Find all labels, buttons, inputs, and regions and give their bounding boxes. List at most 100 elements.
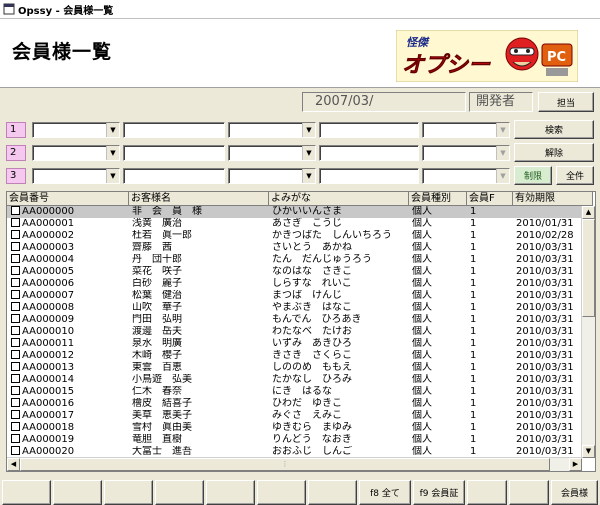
table-row[interactable]: AA000003 齋藤 茜 さいとう あかね 個人 1 2010/03/31 xyxy=(7,242,587,254)
function-key-f6[interactable] xyxy=(257,480,306,505)
table-row[interactable]: AA000015 仁木 春奈 にき はるな 個人 1 2010/03/31 xyxy=(7,386,587,398)
table-row[interactable]: AA000011 泉水 明廣 いずみ あきひろ 個人 1 2010/03/31 xyxy=(7,338,587,350)
table-row[interactable]: AA000010 渡邊 岳夫 わたなべ たけお 個人 1 2010/03/31 xyxy=(7,326,587,338)
scroll-left-icon[interactable]: ◀ xyxy=(7,458,20,471)
table-row[interactable]: AA000014 小鳥遊 弘美 たかなし ひろみ 個人 1 2010/03/31 xyxy=(7,374,587,386)
row-checkbox[interactable] xyxy=(11,374,20,383)
function-key-f1[interactable] xyxy=(2,480,51,505)
member-table[interactable]: 会員番号 お客様名 よみがな 会員種別 会員F 有効期限 AA000000 非 会… xyxy=(6,191,596,472)
column-header-flag[interactable]: 会員F xyxy=(467,192,513,206)
row-checkbox[interactable] xyxy=(11,242,20,251)
chevron-down-icon[interactable]: ▼ xyxy=(106,146,119,160)
chevron-down-icon[interactable]: ▼ xyxy=(106,123,119,137)
row-checkbox[interactable] xyxy=(11,422,20,431)
table-row[interactable]: AA000006 白砂 麗子 しらすな れいこ 個人 1 2010/03/31 xyxy=(7,278,587,290)
vertical-scrollbar[interactable]: ▲ ▼ xyxy=(581,206,595,458)
row-checkbox[interactable] xyxy=(11,206,20,215)
table-row[interactable]: AA000005 菜花 咲子 なのはな さきこ 個人 1 2010/03/31 xyxy=(7,266,587,278)
table-row[interactable]: AA000001 浅黄 廣治 あさぎ こうじ 個人 1 2010/01/31 xyxy=(7,218,587,230)
filter-2-operator-select[interactable]: ▼ xyxy=(228,145,316,161)
row-checkbox[interactable] xyxy=(11,302,20,311)
filter-1-field-select[interactable]: ▼ xyxy=(32,122,120,138)
filter-2-value2-input[interactable] xyxy=(319,145,419,161)
table-row[interactable]: AA000004 丹 団十郎 たん だんじゅうろう 個人 1 2010/03/31 xyxy=(7,254,587,266)
function-key-f2[interactable] xyxy=(53,480,102,505)
charge-button[interactable]: 担当 xyxy=(538,92,594,112)
row-checkbox[interactable] xyxy=(11,278,20,287)
filter-3-operator-select[interactable]: ▼ xyxy=(228,168,316,184)
row-checkbox[interactable] xyxy=(11,398,20,407)
member-card-button[interactable]: f9 会員証 xyxy=(413,480,465,505)
filter-3-join-select[interactable]: ▼ xyxy=(422,168,510,184)
row-checkbox[interactable] xyxy=(11,410,20,419)
row-checkbox[interactable] xyxy=(11,338,20,347)
row-checkbox[interactable] xyxy=(11,230,20,239)
clear-button[interactable]: 解除 xyxy=(514,143,594,162)
expiry-cell: 2010/03/31 xyxy=(516,302,574,313)
function-key-f10[interactable] xyxy=(467,480,507,505)
table-row[interactable]: AA000017 美草 恵美子 みぐさ えみこ 個人 1 2010/03/31 xyxy=(7,410,587,422)
table-row[interactable]: AA000000 非 会 員 様 ひかいいんさま 個人 1 xyxy=(7,206,587,218)
chevron-down-icon[interactable]: ▼ xyxy=(302,169,315,183)
filter-1-operator-select[interactable]: ▼ xyxy=(228,122,316,138)
filter-3-value2-input[interactable] xyxy=(319,168,419,184)
row-checkbox[interactable] xyxy=(11,290,20,299)
filter-2-join-select[interactable]: ▼ xyxy=(422,145,510,161)
column-header-name[interactable]: お客様名 xyxy=(129,192,269,206)
scroll-right-icon[interactable]: ▶ xyxy=(569,458,582,471)
table-row[interactable]: AA000002 杜若 眞一郎 かきつばた しんいちろう 個人 1 2010/02/28 xyxy=(7,230,587,242)
row-checkbox[interactable] xyxy=(11,254,20,263)
row-checkbox[interactable] xyxy=(11,434,20,443)
table-row[interactable]: AA000008 山吹 華子 やまぶき はなこ 個人 1 2010/03/31 xyxy=(7,302,587,314)
members-button[interactable]: 会員様 xyxy=(551,480,598,505)
flag-cell: 1 xyxy=(470,302,477,313)
function-key-f4[interactable] xyxy=(155,480,204,505)
horizontal-scroll-thumb[interactable]: ⋮ xyxy=(20,458,550,471)
filter-2-field-select[interactable]: ▼ xyxy=(32,145,120,161)
row-checkbox[interactable] xyxy=(11,218,20,227)
column-header-type[interactable]: 会員種別 xyxy=(409,192,467,206)
chevron-down-icon[interactable]: ▼ xyxy=(496,146,509,160)
horizontal-scrollbar[interactable]: ◀ ⋮ ▶ xyxy=(7,457,582,471)
limit-button[interactable]: 制限 xyxy=(514,166,552,185)
filter-3-field-select[interactable]: ▼ xyxy=(32,168,120,184)
row-checkbox[interactable] xyxy=(11,350,20,359)
column-header-member-no[interactable]: 会員番号 xyxy=(7,192,129,206)
chevron-down-icon[interactable]: ▼ xyxy=(302,146,315,160)
table-row[interactable]: AA000009 門田 弘明 もんでん ひろあき 個人 1 2010/03/31 xyxy=(7,314,587,326)
column-header-expiry[interactable]: 有効期限 xyxy=(513,192,593,206)
table-row[interactable]: AA000019 竜胆 直樹 りんどう なおき 個人 1 2010/03/31 xyxy=(7,434,587,446)
search-button[interactable]: 検索 xyxy=(514,120,594,139)
table-row[interactable]: AA000007 松葉 健治 まつば けんじ 個人 1 2010/03/31 xyxy=(7,290,587,302)
row-checkbox[interactable] xyxy=(11,314,20,323)
function-key-f3[interactable] xyxy=(104,480,153,505)
chevron-down-icon[interactable]: ▼ xyxy=(496,169,509,183)
filter-3-value-input[interactable] xyxy=(123,168,225,184)
filter-1-join-select[interactable]: ▼ xyxy=(422,122,510,138)
show-all-button[interactable]: f8 全て xyxy=(359,480,411,505)
filter-1-value2-input[interactable] xyxy=(319,122,419,138)
table-row[interactable]: AA000016 檜皮 結喜子 ひわだ ゆきこ 個人 1 2010/03/31 xyxy=(7,398,587,410)
function-key-f7[interactable] xyxy=(308,480,357,505)
function-key-f11[interactable] xyxy=(509,480,549,505)
table-row[interactable]: AA000018 雪村 眞由美 ゆきむら まゆみ 個人 1 2010/03/31 xyxy=(7,422,587,434)
function-key-f5[interactable] xyxy=(206,480,255,505)
row-checkbox[interactable] xyxy=(11,326,20,335)
column-header-kana[interactable]: よみがな xyxy=(269,192,409,206)
table-row[interactable]: AA000012 木崎 櫻子 きさき さくらこ 個人 1 2010/03/31 xyxy=(7,350,587,362)
all-records-button[interactable]: 全件 xyxy=(556,166,594,185)
table-row[interactable]: AA000013 東雲 百恵 しののめ ももえ 個人 1 2010/03/31 xyxy=(7,362,587,374)
vertical-scroll-thumb[interactable] xyxy=(582,219,595,317)
row-checkbox[interactable] xyxy=(11,362,20,371)
row-checkbox[interactable] xyxy=(11,386,20,395)
scroll-up-icon[interactable]: ▲ xyxy=(582,206,595,219)
row-checkbox[interactable] xyxy=(11,446,20,455)
filter-1-value-input[interactable] xyxy=(123,122,225,138)
chevron-down-icon[interactable]: ▼ xyxy=(496,123,509,137)
row-checkbox[interactable] xyxy=(11,266,20,275)
logo-badge-text: PC xyxy=(547,50,566,65)
scroll-down-icon[interactable]: ▼ xyxy=(582,445,595,458)
chevron-down-icon[interactable]: ▼ xyxy=(302,123,315,137)
chevron-down-icon[interactable]: ▼ xyxy=(106,169,119,183)
filter-2-value-input[interactable] xyxy=(123,145,225,161)
